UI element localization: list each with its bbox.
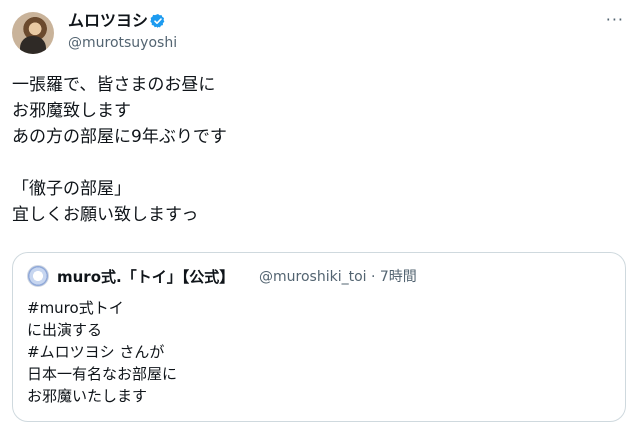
author-avatar[interactable] bbox=[12, 12, 54, 54]
quoted-author-avatar bbox=[27, 265, 49, 287]
quoted-line: #ムロツヨシ さんが bbox=[27, 343, 165, 361]
tweet-line: 一張羅で、皆さまのお昼に bbox=[12, 75, 216, 95]
tweet-line: お邪魔致します bbox=[12, 101, 131, 121]
quoted-author-display-name: muro式.「トイ」【公式】 bbox=[57, 268, 235, 286]
quoted-line: 日本一有名なお部屋に bbox=[27, 365, 178, 383]
quoted-tweet-time: · 7時間 bbox=[370, 269, 417, 285]
quoted-tweet-text: #muro式トイ に出演する #ムロツヨシ さんが 日本一有名なお部屋に お邪魔… bbox=[27, 297, 617, 407]
tweet-text: 一張羅で、皆さまのお昼に お邪魔致します あの方の部屋に9年ぶりです 「徹子の部… bbox=[12, 72, 612, 228]
author-display-name[interactable]: ムロツヨシ bbox=[68, 10, 148, 32]
tweet-line: あの方の部屋に9年ぶりです bbox=[12, 127, 227, 147]
tweet-line: 「徹子の部屋」 bbox=[12, 179, 131, 199]
verified-badge-icon bbox=[150, 14, 165, 28]
tweet-line: 宜しくお願い致しますっ bbox=[12, 205, 199, 225]
quoted-author-handle: @muroshiki_toi bbox=[259, 269, 367, 285]
author-handle[interactable]: @murotsuyoshi bbox=[68, 34, 177, 52]
avatar-figure bbox=[20, 36, 46, 54]
quoted-author-meta: @muroshiki_toi · 7時間 bbox=[259, 267, 417, 287]
more-options-icon[interactable]: ··· bbox=[606, 10, 624, 29]
quoted-line: に出演する bbox=[27, 321, 103, 339]
quoted-line: #muro式トイ bbox=[27, 299, 124, 317]
quoted-line: お邪魔いたします bbox=[27, 387, 148, 405]
quoted-tweet-card[interactable]: muro式.「トイ」【公式】 @muroshiki_toi · 7時間 #mur… bbox=[12, 252, 626, 422]
